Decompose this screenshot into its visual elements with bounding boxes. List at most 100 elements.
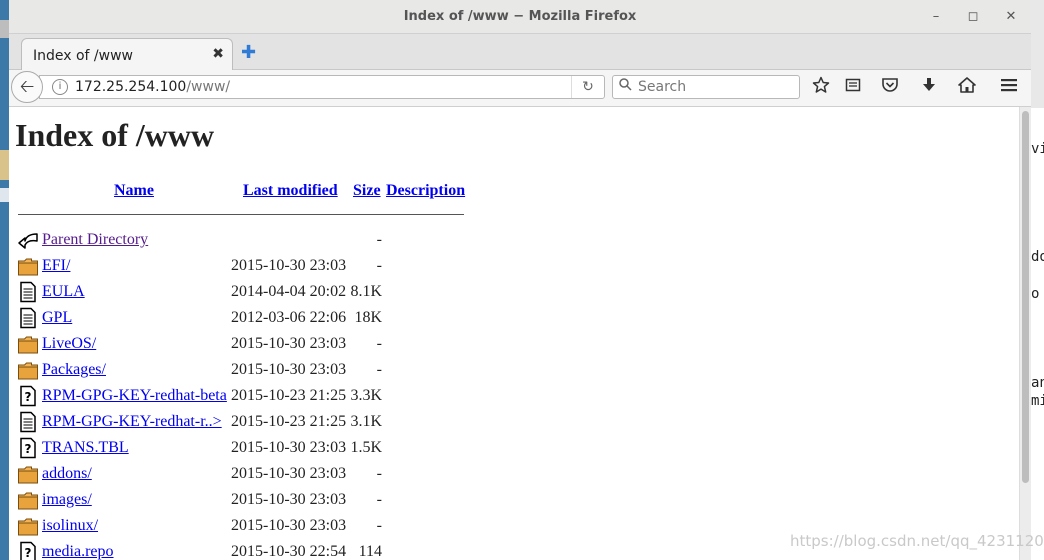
table-row: addons/2015-10-30 23:03 - <box>9 463 469 489</box>
file-size: 8.1K <box>350 283 382 300</box>
listing-header: Name Last modified Size Description <box>9 182 469 202</box>
header-divider <box>18 214 464 215</box>
url-path: /www/ <box>186 79 231 95</box>
reload-icon[interactable]: ↻ <box>571 76 604 98</box>
table-row: ? media.repo 2015-10-30 22:54 114 <box>9 541 469 560</box>
file-link[interactable]: media.repo <box>42 543 114 560</box>
file-link[interactable]: Packages/ <box>42 361 106 379</box>
file-size: - <box>376 491 382 508</box>
background-text: vi <box>1031 141 1044 157</box>
text-file-icon <box>17 411 39 433</box>
background-terminal-window[interactable]: vi do o an mi <box>1031 0 1044 560</box>
watermark-text: https://blog.csdn.net/qq_42311209 <box>790 532 1044 550</box>
bookmark-star-icon[interactable] <box>809 76 833 100</box>
text-file-icon <box>17 281 39 303</box>
svg-text:?: ? <box>25 546 32 560</box>
sort-by-size-link[interactable]: Size <box>353 182 381 200</box>
downloads-icon[interactable] <box>917 76 941 100</box>
file-link[interactable]: EULA <box>42 283 85 301</box>
sort-by-name-link[interactable]: Name <box>114 182 154 200</box>
search-icon <box>619 78 632 95</box>
url-host: 172.25.254.100 <box>75 79 187 95</box>
unknown-file-icon: ? <box>17 385 39 407</box>
home-icon[interactable] <box>955 76 979 100</box>
table-row: Packages/2015-10-30 23:03 - <box>9 359 469 385</box>
table-row: ? TRANS.TBL 2015-10-30 23:03 1.5K <box>9 437 469 463</box>
file-modified: 2015-10-30 22:54 <box>231 543 347 560</box>
file-modified: 2015-10-30 23:03 <box>231 361 347 378</box>
close-window-button[interactable]: ✕ <box>1002 8 1020 26</box>
url-bar[interactable]: i 172.25.254.100/www/ ↻ <box>39 75 605 99</box>
minimize-button[interactable]: – <box>927 8 945 26</box>
url-text[interactable]: 172.25.254.100/www/ <box>75 79 230 95</box>
sort-by-date-link[interactable]: Last modified <box>243 182 338 200</box>
maximize-button[interactable]: ◻ <box>964 8 982 26</box>
file-link[interactable]: EFI/ <box>42 257 70 275</box>
title-bar[interactable]: Index of /www − Mozilla Firefox – ◻ ✕ <box>9 0 1031 34</box>
file-link[interactable]: LiveOS/ <box>42 335 96 353</box>
background-text: an <box>1031 375 1044 391</box>
file-size: - <box>376 517 382 534</box>
search-input[interactable] <box>638 78 793 96</box>
bookmarks-menu-icon[interactable] <box>841 76 865 100</box>
file-modified: 2012-03-06 22:06 <box>231 309 347 326</box>
unknown-file-icon: ? <box>17 437 39 459</box>
file-link[interactable]: RPM-GPG-KEY-redhat-r..> <box>42 413 222 431</box>
file-modified: 2015-10-30 23:03 <box>231 491 347 508</box>
back-arrow-icon: 🡠 <box>19 76 35 97</box>
search-box[interactable] <box>612 75 800 99</box>
site-info-icon[interactable]: i <box>52 79 68 95</box>
file-link[interactable]: isolinux/ <box>42 517 98 535</box>
file-modified: 2015-10-30 23:03 <box>231 335 347 352</box>
file-link[interactable]: Parent Directory <box>42 231 148 249</box>
file-modified: 2015-10-23 21:25 <box>231 413 347 430</box>
file-link[interactable]: addons/ <box>42 465 92 483</box>
folder-icon <box>17 255 39 277</box>
file-size: - <box>376 257 382 274</box>
tab-index-www[interactable]: Index of /www ✖ <box>21 38 233 70</box>
table-row: ? RPM-GPG-KEY-redhat-beta 2015-10-23 21:25… <box>9 385 469 411</box>
table-row: Parent Directory - <box>9 229 469 255</box>
scrollbar-thumb[interactable] <box>1022 111 1029 483</box>
back-icon <box>17 229 39 251</box>
firefox-window: Index of /www − Mozilla Firefox – ◻ ✕ In… <box>9 0 1031 560</box>
file-link[interactable]: images/ <box>42 491 92 509</box>
new-tab-icon[interactable]: ✚ <box>241 42 256 63</box>
hamburger-menu-icon[interactable] <box>997 76 1021 100</box>
folder-icon <box>17 463 39 485</box>
table-row: RPM-GPG-KEY-redhat-r..> 2015-10-23 21:25 3… <box>9 411 469 437</box>
file-size: 3.3K <box>350 387 382 404</box>
svg-text:?: ? <box>25 442 32 456</box>
file-size: - <box>376 231 382 248</box>
sort-by-description-link[interactable]: Description <box>386 182 465 200</box>
folder-icon <box>17 359 39 381</box>
file-modified: 2014-04-04 20:02 <box>231 283 347 300</box>
text-file-icon <box>17 307 39 329</box>
svg-text:?: ? <box>25 390 32 404</box>
pocket-icon[interactable] <box>878 76 902 100</box>
vertical-scrollbar[interactable] <box>1019 107 1031 560</box>
file-modified: 2015-10-23 21:25 <box>231 387 347 404</box>
table-row: EFI/2015-10-30 23:03 - <box>9 255 469 281</box>
back-button[interactable]: 🡠 <box>11 71 43 103</box>
file-link[interactable]: GPL <box>42 309 72 327</box>
desktop-folder-fragment <box>0 150 9 180</box>
folder-icon <box>17 489 39 511</box>
table-row: GPL 2012-03-06 22:06 18K <box>9 307 469 333</box>
file-size: - <box>376 361 382 378</box>
file-size: 114 <box>358 543 382 560</box>
desktop-edge-left <box>0 0 9 560</box>
file-size: 18K <box>354 309 382 326</box>
page-content[interactable]: Index of /www Name Last modified Size De… <box>9 107 1019 560</box>
file-link[interactable]: RPM-GPG-KEY-redhat-beta <box>42 387 227 405</box>
table-row: LiveOS/2015-10-30 23:03 - <box>9 333 469 359</box>
tab-close-icon[interactable]: ✖ <box>212 46 224 62</box>
file-size: - <box>376 335 382 352</box>
page-title: Index of /www <box>15 117 215 153</box>
background-text: o <box>1031 286 1040 302</box>
file-modified: 2015-10-30 23:03 <box>231 465 347 482</box>
table-row: EULA 2014-04-04 20:02 8.1K <box>9 281 469 307</box>
file-link[interactable]: TRANS.TBL <box>42 439 129 457</box>
background-text: do <box>1031 249 1044 265</box>
background-text: mi <box>1031 393 1044 409</box>
